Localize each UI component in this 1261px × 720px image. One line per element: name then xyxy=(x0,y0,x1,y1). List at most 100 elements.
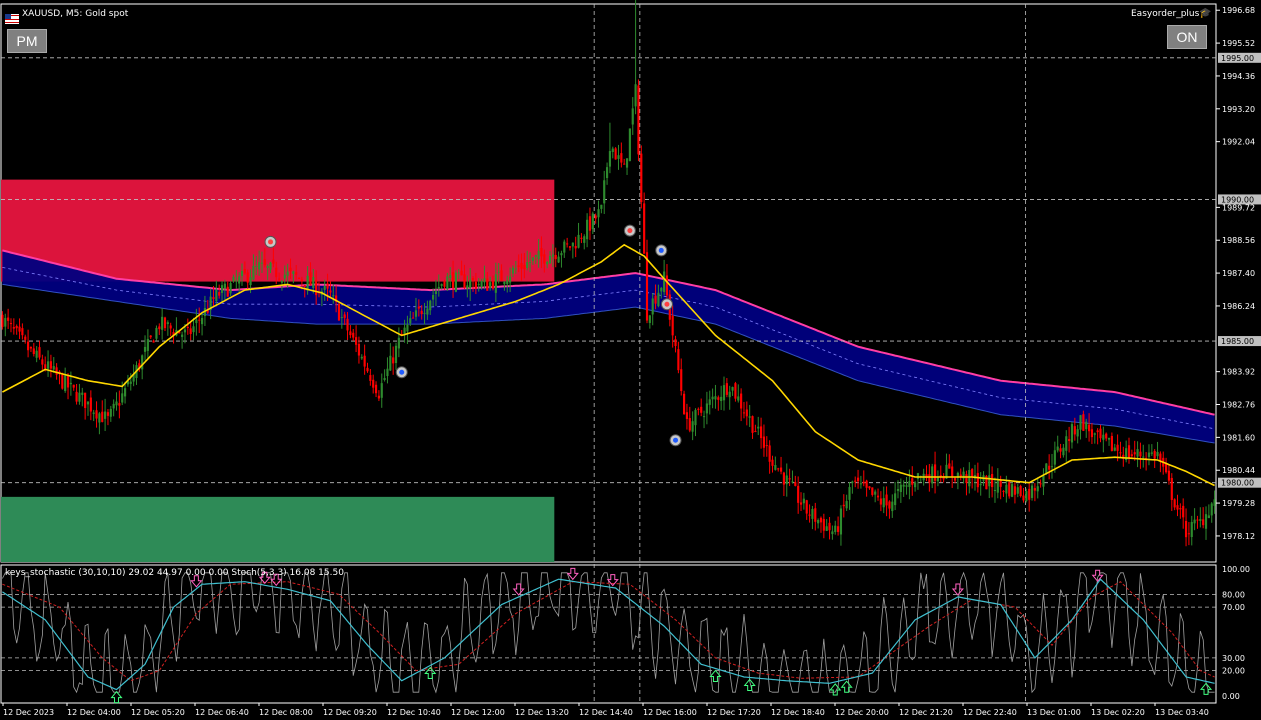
candle-body xyxy=(965,474,968,484)
mortarboard-icon: 🎓 xyxy=(1199,8,1212,19)
candle-body xyxy=(326,283,329,289)
candle-body xyxy=(1033,488,1036,491)
candle-body xyxy=(403,327,406,334)
candle-body xyxy=(814,508,817,522)
candle-body xyxy=(440,284,443,286)
stoch-tick-label: 20.00 xyxy=(1222,667,1245,676)
candle-body xyxy=(834,525,837,532)
candle-body xyxy=(1056,446,1059,451)
candle-body xyxy=(851,481,854,483)
signal-dot xyxy=(664,301,670,307)
candle-body xyxy=(155,327,158,339)
candle-body xyxy=(1127,445,1131,459)
candle-body xyxy=(1107,437,1111,440)
candle-body xyxy=(677,349,680,371)
candle-body xyxy=(240,271,244,276)
on-button[interactable]: ON xyxy=(1167,25,1207,49)
candle-body xyxy=(92,412,95,414)
candle-body xyxy=(272,259,275,264)
candle-body xyxy=(874,491,877,495)
candle-body xyxy=(714,396,717,400)
candle-body xyxy=(143,346,147,352)
candle-body xyxy=(1213,499,1216,506)
candle-body xyxy=(52,366,55,370)
candle-body xyxy=(1142,456,1145,458)
candle-body xyxy=(1199,519,1202,521)
candle-body xyxy=(1048,465,1051,470)
candle-body xyxy=(372,379,375,388)
candle-body xyxy=(84,392,87,408)
candle-body xyxy=(768,445,771,462)
time-label: 13 Dec 01:00 xyxy=(1027,708,1081,717)
candle-body xyxy=(1019,485,1022,497)
candle-body xyxy=(643,203,646,254)
candle-body xyxy=(882,498,885,508)
candle-body xyxy=(694,409,697,426)
candle-body xyxy=(931,466,934,484)
candle-body xyxy=(383,378,386,381)
price-chart[interactable]: 1996.68 1995.52 1994.36 1993.20 1992.04 1989.… xyxy=(0,0,1261,720)
candle-body xyxy=(1130,454,1133,457)
candle-body xyxy=(762,436,766,448)
candle-body xyxy=(409,318,412,324)
candle-body xyxy=(503,281,506,285)
candle-body xyxy=(586,219,589,240)
candle-body xyxy=(1082,414,1085,431)
candle-body xyxy=(1050,466,1054,468)
candle-body xyxy=(697,408,700,410)
candle-body xyxy=(474,281,477,289)
candle-body xyxy=(66,374,70,388)
candle-body xyxy=(745,409,748,417)
candle-body xyxy=(249,277,252,286)
candle-body xyxy=(1045,463,1048,474)
candle-body xyxy=(854,480,857,482)
candle-body xyxy=(608,151,612,167)
candle-body xyxy=(617,155,620,159)
candle-body xyxy=(223,283,226,289)
candle-body xyxy=(469,279,472,289)
candle-body xyxy=(212,297,215,300)
candle-body xyxy=(603,180,606,204)
candle-body xyxy=(417,306,420,309)
candle-body xyxy=(665,275,669,296)
candle-body xyxy=(914,482,917,488)
candle-body xyxy=(794,482,797,486)
candle-body xyxy=(477,283,480,285)
pm-button[interactable]: PM xyxy=(7,29,47,53)
up-arrow-icon xyxy=(829,683,842,696)
candle-body xyxy=(802,498,805,504)
candle-body xyxy=(560,253,563,256)
candle-body xyxy=(1076,429,1079,437)
candle-body xyxy=(671,315,674,336)
candle-body xyxy=(868,486,871,489)
candle-body xyxy=(163,317,167,329)
candle-body xyxy=(705,403,708,414)
candle-body xyxy=(534,255,537,257)
candle-body xyxy=(1167,470,1171,481)
signal-dot xyxy=(627,228,633,234)
candle-body xyxy=(988,475,991,487)
candle-body xyxy=(637,85,640,155)
candle-body xyxy=(600,204,603,209)
price-tick-label: 1986.24 xyxy=(1222,302,1255,311)
candle-body xyxy=(728,391,731,398)
candle-body xyxy=(725,383,728,395)
stoch-d-line xyxy=(2,581,1215,682)
candle-body xyxy=(49,361,52,369)
candle-body xyxy=(494,274,497,293)
candle-body xyxy=(69,382,72,385)
time-label: 12 Dec 09:20 xyxy=(323,708,377,717)
candle-body xyxy=(18,326,21,332)
candle-body xyxy=(1156,451,1159,457)
candle-body xyxy=(528,262,532,264)
candle-body xyxy=(1070,424,1074,443)
candle-body xyxy=(1010,484,1014,497)
candle-body xyxy=(856,477,860,482)
price-mark-label: 1995.00 xyxy=(1221,54,1254,63)
candle-body xyxy=(75,391,78,402)
candle-body xyxy=(531,257,535,262)
candle-body xyxy=(748,416,751,418)
candle-body xyxy=(700,406,703,413)
candle-body xyxy=(121,393,124,403)
candle-body xyxy=(848,487,851,500)
